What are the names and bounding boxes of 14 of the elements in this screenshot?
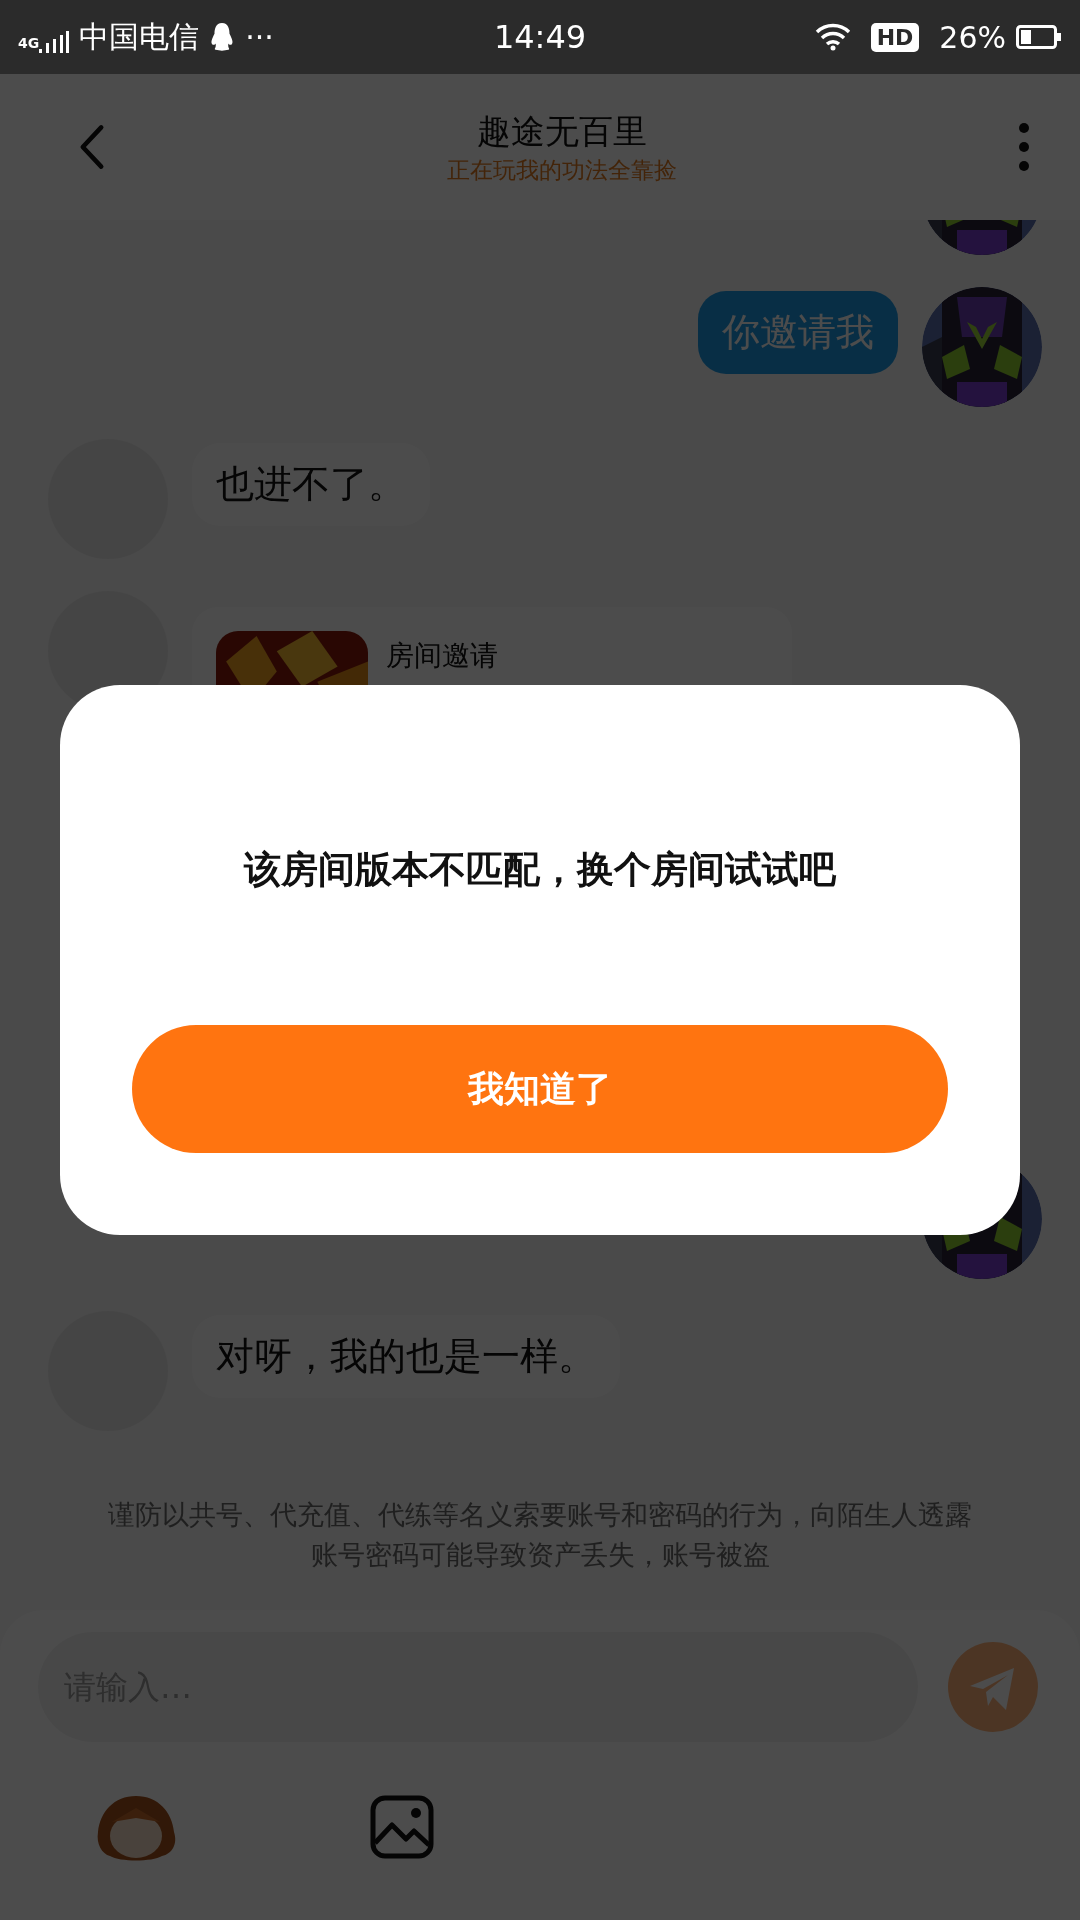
signal-icon	[39, 31, 70, 53]
more-notifications: ···	[245, 19, 274, 55]
battery-icon	[1016, 25, 1062, 49]
chat-title: 趣途无百里	[477, 109, 647, 153]
invite-title: 房间邀请	[386, 638, 498, 674]
battery-percent: 26%	[939, 19, 1006, 55]
confirm-button[interactable]: 我知道了	[132, 1025, 948, 1153]
chat-subtitle: 正在玩我的功法全靠捡	[447, 155, 677, 185]
carrier-name: 中国电信	[79, 17, 200, 56]
dialog-message: 该房间版本不匹配，换个房间试试吧	[244, 847, 836, 893]
clock: 14:49	[493, 18, 587, 56]
network-type: 4G	[18, 34, 40, 51]
hd-badge: HD	[870, 22, 920, 52]
wifi-icon	[814, 23, 851, 51]
